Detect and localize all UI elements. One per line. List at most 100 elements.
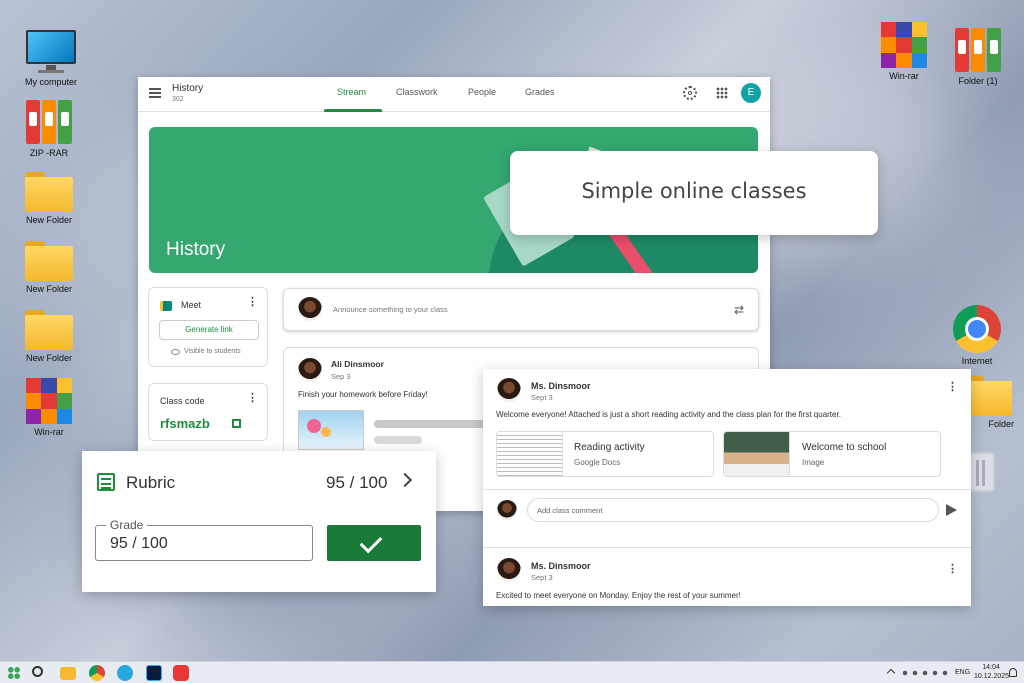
check-icon	[359, 530, 383, 554]
tab-stream[interactable]: Stream	[337, 87, 366, 97]
folder-icon	[25, 172, 73, 212]
binders-icon	[943, 28, 1013, 72]
monitor-icon	[26, 30, 76, 74]
desktop-icon-label: New Folder	[25, 353, 72, 363]
desktop-icon-zip-rar[interactable]: ZIP -RAR	[14, 100, 84, 158]
more-vert-icon[interactable]: ⋮	[247, 393, 258, 404]
rubric-card: Rubric 95 / 100 Grade 95 / 100	[82, 451, 436, 592]
image-thumbnail	[724, 432, 790, 476]
more-vert-icon[interactable]: ⋮	[947, 382, 958, 393]
more-vert-icon[interactable]: ⋮	[247, 297, 258, 308]
desktop-icon-folder-1[interactable]: Folder (1)	[943, 28, 1013, 86]
attachment-thumbnail[interactable]	[298, 410, 364, 450]
winrar-icon	[881, 22, 927, 68]
menu-icon[interactable]	[149, 88, 161, 98]
binders-icon	[14, 100, 84, 144]
banner-title: History	[166, 239, 226, 260]
chrome-icon[interactable]	[89, 665, 105, 681]
class-code-title: Class code	[160, 396, 205, 406]
settings-gear-icon[interactable]	[683, 86, 697, 100]
winrar-icon	[26, 378, 72, 424]
desktop-icon-win-rar[interactable]: Win-rar	[14, 378, 84, 437]
post-author: Ms. Dinsmoor	[531, 561, 591, 571]
class-code-value[interactable]: rfsmazb	[160, 416, 210, 431]
post-text: Welcome everyone! Attached is just a sho…	[496, 410, 841, 419]
send-icon[interactable]	[946, 504, 957, 516]
attachment-type: Google Docs	[574, 458, 621, 467]
rubric-title: Rubric	[126, 473, 176, 492]
attachment-title: Welcome to school	[802, 442, 887, 453]
avatar[interactable]: E	[741, 83, 761, 103]
callout-card: Simple online classes	[510, 151, 878, 235]
clock-time[interactable]: 14:04	[978, 664, 1004, 671]
attachment-card[interactable]: Reading activity Google Docs	[496, 431, 714, 477]
anydesk-icon[interactable]	[173, 665, 189, 681]
attachment-placeholder-line	[374, 436, 422, 444]
divider	[483, 489, 971, 490]
stream-panel: Ms. Dinsmoor Sept 3 ⋮ Welcome everyone! …	[483, 369, 971, 606]
rubric-icon	[97, 473, 115, 491]
photoshop-icon[interactable]	[146, 665, 162, 681]
announce-placeholder: Announce something to your class	[333, 305, 448, 314]
avatar	[497, 558, 521, 582]
callout-text: Simple online classes	[581, 179, 807, 203]
tab-people[interactable]: People	[468, 87, 496, 97]
comment-placeholder: Add class comment	[537, 506, 603, 515]
avatar	[497, 500, 517, 520]
comment-input[interactable]: Add class comment	[527, 498, 939, 522]
desktop-icon-label: Folder (1)	[958, 76, 998, 86]
class-name[interactable]: History	[172, 83, 203, 94]
tray-chevron-up-icon[interactable]	[886, 668, 896, 678]
chrome-icon	[953, 305, 1001, 353]
tab-stream-indicator	[324, 109, 382, 112]
notification-bell-icon[interactable]	[1009, 668, 1017, 677]
clock-date[interactable]: 10.12.2025	[974, 673, 1009, 680]
desktop-icon-internet[interactable]: Internet	[942, 305, 1012, 366]
rubric-score: 95 / 100	[326, 473, 388, 492]
tab-grades[interactable]: Grades	[525, 87, 555, 97]
language-indicator[interactable]: ENG	[955, 669, 970, 676]
attachment-card[interactable]: Welcome to school Image	[723, 431, 941, 477]
announce-box[interactable]: Announce something to your class ⇄	[283, 288, 759, 331]
confirm-grade-button[interactable]	[327, 525, 421, 561]
meet-icon	[160, 301, 172, 311]
desktop-icon-label: New Folder	[25, 284, 72, 294]
desktop-icon-label: New Folder	[25, 215, 72, 225]
tab-classwork[interactable]: Classwork	[396, 87, 438, 97]
post-author: Ms. Dinsmoor	[531, 381, 591, 391]
generate-link-button[interactable]: Generate link	[159, 320, 259, 340]
grade-value: 95 / 100	[110, 535, 168, 552]
post-text: Excited to meet everyone on Monday. Enjo…	[496, 591, 741, 600]
meet-visibility: Visible to students	[184, 348, 241, 355]
start-icon[interactable]	[6, 665, 22, 681]
repost-icon[interactable]: ⇄	[734, 304, 744, 316]
search-icon[interactable]	[32, 666, 43, 677]
attachment-title: Reading activity	[574, 442, 645, 453]
document-thumbnail	[497, 432, 563, 476]
desktop-icon-label: ZIP -RAR	[29, 148, 69, 158]
desktop-icon-new-folder[interactable]: New Folder	[14, 306, 84, 363]
post-text: Finish your homework before Friday!	[298, 390, 428, 399]
attachment-type: Image	[802, 458, 825, 467]
telegram-icon[interactable]	[117, 665, 133, 681]
class-code-card: Class code ⋮ rfsmazb	[148, 383, 268, 441]
post-date: Sept 3	[531, 573, 553, 582]
recycle-bin-icon[interactable]	[969, 452, 995, 492]
avatar	[298, 297, 322, 321]
desktop-icon-my-computer[interactable]: My computer	[16, 30, 86, 87]
desktop-icon-win-rar[interactable]: Win-rar	[869, 22, 939, 81]
apps-grid-icon[interactable]	[716, 87, 728, 99]
desktop-icon-new-folder[interactable]: New Folder	[14, 168, 84, 225]
file-explorer-icon[interactable]	[60, 667, 76, 680]
meet-card: Meet ⋮ Generate link Visible to students	[148, 287, 268, 367]
desktop-icon-new-folder[interactable]: New Folder	[14, 237, 84, 294]
fullscreen-icon[interactable]	[232, 419, 241, 428]
post-date: Sep 3	[331, 372, 351, 381]
visibility-eye-icon	[171, 349, 180, 355]
post-date: Sept 3	[531, 393, 553, 402]
more-vert-icon[interactable]: ⋮	[947, 564, 958, 575]
desktop-icon-label: Win-rar	[889, 71, 919, 81]
chevron-right-icon[interactable]	[397, 472, 413, 488]
desktop-icon-label: Internet	[961, 356, 993, 366]
grade-field[interactable]: Grade 95 / 100	[95, 518, 313, 561]
